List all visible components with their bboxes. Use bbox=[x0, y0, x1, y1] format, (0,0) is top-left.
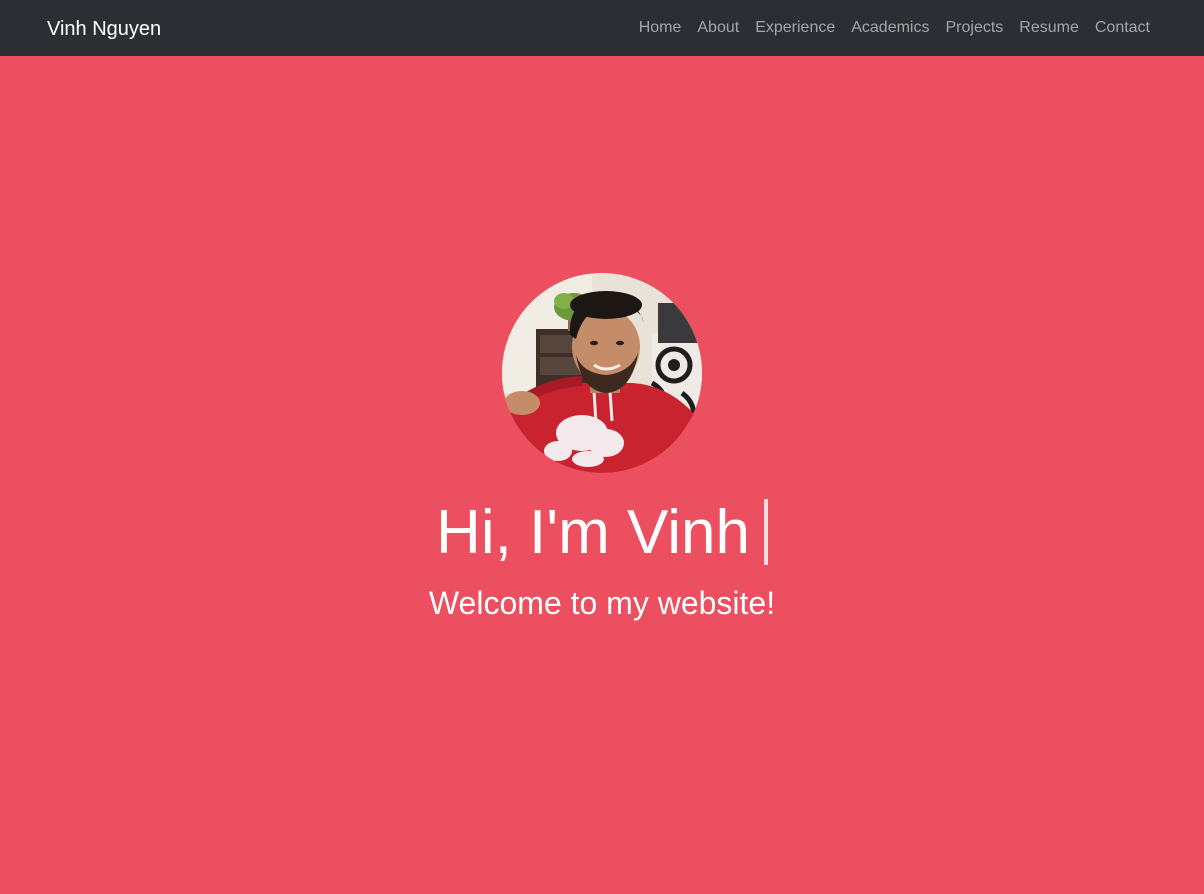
avatar bbox=[502, 273, 702, 473]
nav-link-experience[interactable]: Experience bbox=[747, 0, 843, 57]
typing-cursor bbox=[763, 499, 768, 565]
nav-link-projects[interactable]: Projects bbox=[937, 0, 1011, 57]
nav-links: Home About Experience Academics Projects… bbox=[631, 0, 1158, 56]
nav-link-academics[interactable]: Academics bbox=[843, 0, 937, 57]
hero-greeting: Hi, I'm Vinh bbox=[0, 492, 1204, 574]
profile-photo bbox=[502, 273, 702, 473]
brand-link[interactable]: Vinh Nguyen bbox=[47, 0, 161, 56]
nav-link-about[interactable]: About bbox=[689, 0, 747, 57]
hero-section bbox=[0, 56, 1204, 894]
greeting-text: Hi, I'm Vinh bbox=[436, 498, 750, 567]
nav-link-home[interactable]: Home bbox=[631, 0, 690, 57]
nav-link-contact[interactable]: Contact bbox=[1087, 0, 1158, 57]
hero-subtitle: Welcome to my website! bbox=[428, 585, 776, 621]
navbar: Vinh Nguyen Home About Experience Academ… bbox=[0, 0, 1204, 56]
nav-link-resume[interactable]: Resume bbox=[1011, 0, 1087, 57]
